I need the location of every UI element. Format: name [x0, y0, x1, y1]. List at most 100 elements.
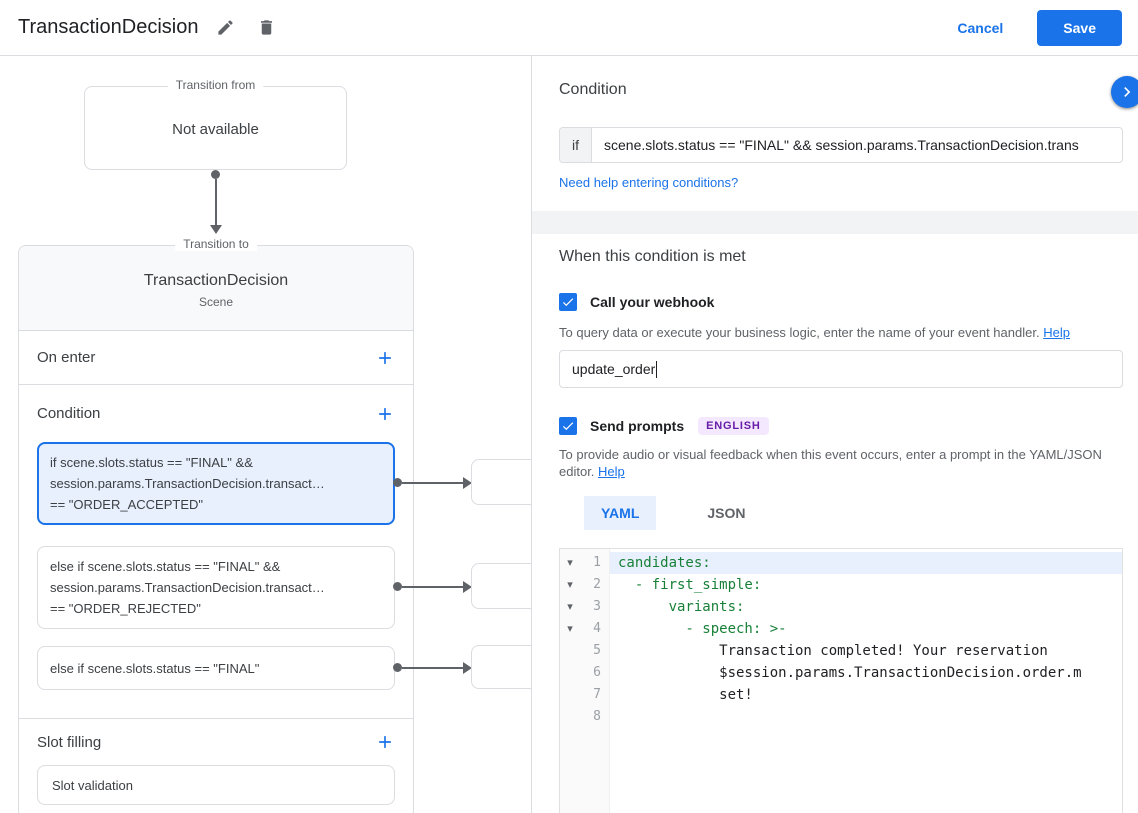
line-number: 7	[593, 687, 601, 702]
cancel-button[interactable]: Cancel	[957, 20, 1003, 36]
code-text: $session.params.TransactionDecision.orde…	[618, 665, 1082, 681]
condition-text: if scene.slots.status == "FINAL" &&	[50, 455, 253, 470]
condition-section: Condition if scene.slots.status == "FINA…	[19, 385, 413, 719]
slot-validation-label: Slot validation	[52, 777, 133, 793]
check-icon	[562, 298, 574, 307]
fold-arrow-icon[interactable]: ▾	[560, 574, 580, 596]
connector-dot	[393, 582, 402, 591]
add-icon[interactable]	[375, 404, 395, 424]
scene-title: TransactionDecision	[143, 272, 289, 289]
editor-line[interactable]: ▾ 4 - speech: >-	[560, 618, 1122, 640]
editor-line[interactable]: 8	[560, 706, 1122, 728]
webhook-description: To query data or execute your business l…	[559, 324, 1123, 341]
editor-line[interactable]: 5 Transaction completed! Your reservatio…	[560, 640, 1122, 662]
destination-node[interactable]	[471, 645, 531, 689]
condition-text: == "ORDER_ACCEPTED"	[50, 497, 203, 512]
transition-to-label: Transition to	[175, 237, 257, 251]
collapse-panel-button[interactable]	[1111, 76, 1138, 108]
text-cursor	[656, 360, 658, 378]
webhook-input-value: update_order	[572, 361, 656, 377]
if-label: if	[560, 128, 592, 162]
fold-arrow-icon[interactable]: ▾	[560, 618, 580, 640]
transition-from-label: Transition from	[167, 78, 264, 92]
condition-text: == "ORDER_REJECTED"	[50, 601, 201, 616]
webhook-checkbox[interactable]	[559, 293, 577, 311]
line-number: 8	[593, 709, 601, 724]
conditions-help-link[interactable]: Need help entering conditions?	[559, 175, 738, 190]
line-number: 2	[593, 577, 601, 592]
save-button[interactable]: Save	[1037, 9, 1122, 46]
prompts-description: To provide audio or visual feedback when…	[559, 446, 1119, 480]
editor-line[interactable]: ▾ 3 variants:	[560, 596, 1122, 618]
slot-filling-section-header[interactable]: Slot filling	[19, 719, 413, 765]
destination-node[interactable]	[471, 563, 531, 609]
editor-line[interactable]: ▾ 2 - first_simple:	[560, 574, 1122, 596]
editor-line[interactable]: ▾ 1 candidates:	[560, 552, 1122, 574]
destination-node[interactable]	[471, 459, 531, 505]
condition-section-label: Condition	[37, 405, 101, 422]
edit-title-button[interactable]	[212, 14, 239, 41]
top-bar: TransactionDecision Cancel Save	[0, 0, 1138, 56]
panel-title: Condition	[559, 81, 627, 98]
webhook-help-link[interactable]: Help	[1043, 325, 1070, 340]
webhook-label: Call your webhook	[590, 294, 715, 310]
add-icon[interactable]	[375, 732, 395, 752]
fold-arrow-icon[interactable]: ▾	[560, 552, 580, 574]
line-number: 1	[593, 555, 601, 570]
code-text: - first_simple:	[618, 577, 762, 593]
tab-yaml[interactable]: YAML	[584, 496, 657, 530]
condition-card-final[interactable]: else if scene.slots.status == "FINAL"	[37, 646, 395, 690]
condition-connector	[393, 580, 472, 593]
send-prompts-label: Send prompts	[590, 418, 685, 434]
yaml-editor[interactable]: ▾ 1 candidates: ▾ 2 - first_simple: ▾ 3 varian…	[559, 548, 1123, 813]
editor-line[interactable]: 7 set!	[560, 684, 1122, 706]
webhook-input[interactable]: update_order	[559, 350, 1123, 388]
code-text: variants:	[618, 599, 745, 615]
code-text: Transaction completed! Your reservation	[618, 643, 1048, 659]
condition-text: session.params.TransactionDecision.trans…	[50, 476, 325, 491]
tab-json[interactable]: JSON	[690, 496, 762, 530]
condition-connector	[393, 476, 472, 489]
send-prompts-checkbox[interactable]	[559, 417, 577, 435]
editor-line[interactable]: 6 $session.params.TransactionDecision.or…	[560, 662, 1122, 684]
slot-validation-card[interactable]: Slot validation	[37, 765, 395, 805]
connector-line	[215, 179, 217, 225]
connector-dot	[393, 478, 402, 487]
condition-text: else if scene.slots.status == "FINAL"	[50, 661, 260, 676]
yaml-editor-lines: ▾ 1 candidates: ▾ 2 - first_simple: ▾ 3 varian…	[560, 549, 1122, 728]
condition-expression-row: if scene.slots.status == "FINAL" && sess…	[559, 127, 1123, 163]
delete-scene-button[interactable]	[253, 14, 280, 41]
condition-card-rejected[interactable]: else if scene.slots.status == "FINAL" &&…	[37, 546, 395, 629]
fold-arrow-icon[interactable]: ▾	[560, 596, 580, 618]
chevron-right-icon	[1124, 87, 1131, 97]
scene-diagram-canvas: Transition from Not available Transition…	[0, 56, 531, 813]
add-icon[interactable]	[375, 348, 395, 368]
trash-icon	[261, 20, 273, 35]
on-enter-section[interactable]: On enter	[19, 331, 413, 385]
connector-line	[402, 585, 463, 588]
condition-card-accepted[interactable]: if scene.slots.status == "FINAL" && sess…	[37, 442, 395, 525]
condition-section-header[interactable]: Condition	[19, 385, 413, 442]
code-text: set!	[618, 687, 753, 703]
check-icon	[562, 422, 574, 431]
transition-from-node: Transition from Not available	[84, 78, 347, 170]
slot-filling-label: Slot filling	[37, 733, 102, 751]
connector-line	[402, 666, 463, 669]
condition-text: else if scene.slots.status == "FINAL" &&	[50, 559, 281, 574]
prompts-description-text: To provide audio or visual feedback when…	[559, 447, 1102, 479]
line-number: 3	[593, 599, 601, 614]
on-enter-label: On enter	[37, 349, 96, 366]
code-text: - speech: >-	[618, 621, 787, 637]
send-prompts-row: Send prompts ENGLISH	[559, 417, 769, 435]
condition-expression-input[interactable]: scene.slots.status == "FINAL" && session…	[592, 128, 1122, 162]
scene-header[interactable]: TransactionDecision Scene	[19, 246, 413, 331]
line-number: 5	[593, 643, 601, 658]
transition-from-value: Not available	[172, 121, 259, 138]
connector-line	[402, 481, 463, 484]
prompts-help-link[interactable]: Help	[598, 464, 625, 479]
